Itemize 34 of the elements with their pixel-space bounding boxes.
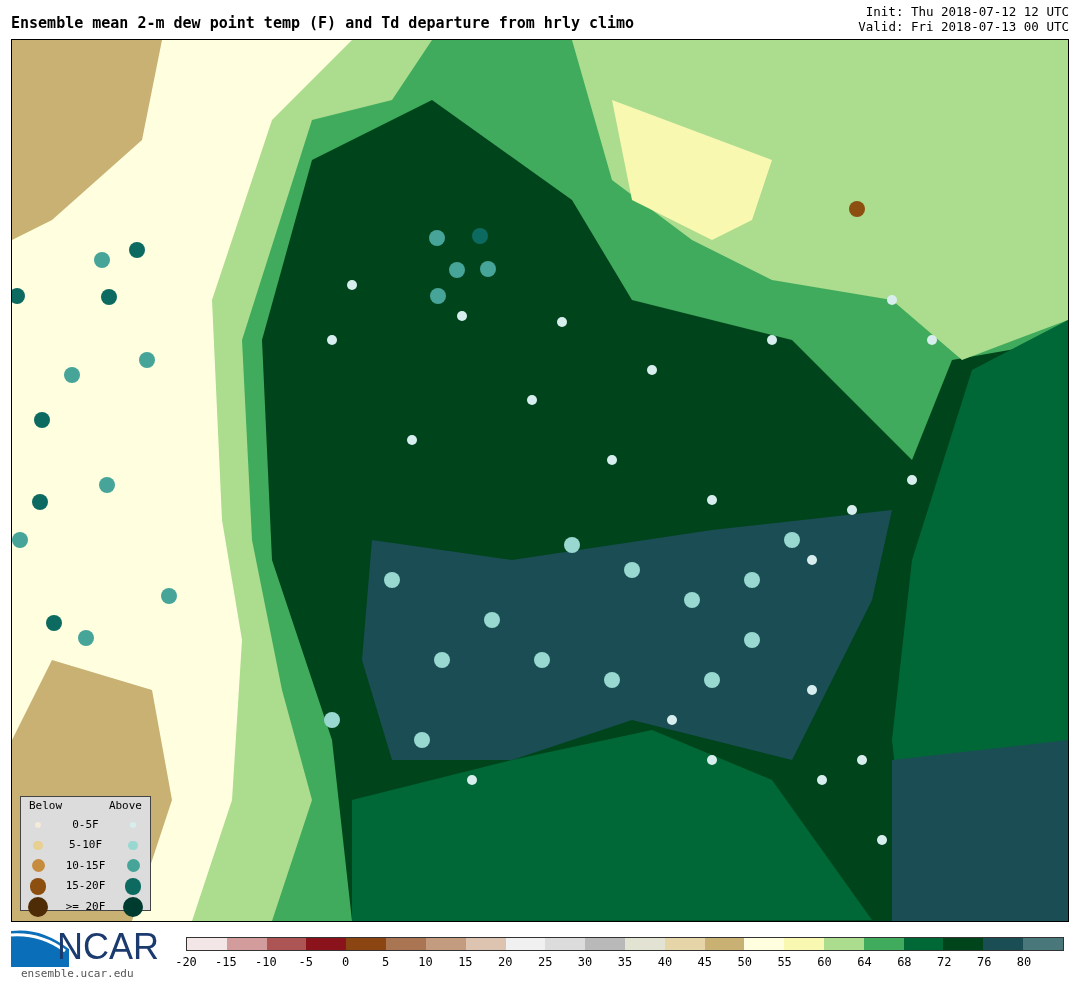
tick-label: 5	[381, 954, 390, 971]
tick-label: 45	[697, 954, 713, 971]
logo-text: NCAR	[57, 929, 159, 965]
tick-label: 20	[498, 954, 513, 971]
legend-label: >= 20F	[65, 898, 106, 915]
tick-label: 10	[418, 954, 433, 971]
chart-title: Ensemble mean 2-m dew point temp (F) and Td departure from hrly climo	[11, 12, 635, 34]
tick-label: 64	[857, 954, 872, 971]
tick-label: -15	[215, 954, 237, 971]
legend-label: 10-15F	[65, 857, 106, 874]
tick-label: 76	[976, 954, 992, 971]
tick-label: 68	[897, 954, 912, 971]
tick-label: -20	[175, 954, 197, 971]
tick-label: 50	[737, 954, 752, 971]
tick-label: 60	[817, 954, 832, 971]
legend-heading: Above	[108, 798, 142, 814]
tick-label: 72	[937, 954, 952, 971]
tick-label: 40	[657, 954, 673, 971]
init-time: Init: Thu 2018-07-12 12 UTC	[865, 4, 1069, 19]
tick-label: -5	[298, 954, 313, 971]
legend-label: 0-5F	[72, 816, 99, 833]
tick-label: 55	[777, 954, 792, 971]
tick-label: 80	[1016, 954, 1032, 971]
legend-label: 5-10F	[68, 837, 103, 853]
website-url: ensemble.ucar.edu	[21, 968, 135, 979]
tick-label: 30	[577, 954, 593, 971]
tick-label: -10	[254, 954, 277, 971]
tick-label: 15	[458, 954, 473, 971]
legend-heading: Below	[29, 798, 63, 814]
tick-label: 35	[617, 954, 633, 971]
legend-label: 15-20F	[65, 878, 106, 894]
tick-label: 25	[537, 954, 553, 971]
tick-label: 0	[342, 954, 350, 971]
valid-time: Valid: Fri 2018-07-13 00 UTC	[858, 19, 1069, 34]
